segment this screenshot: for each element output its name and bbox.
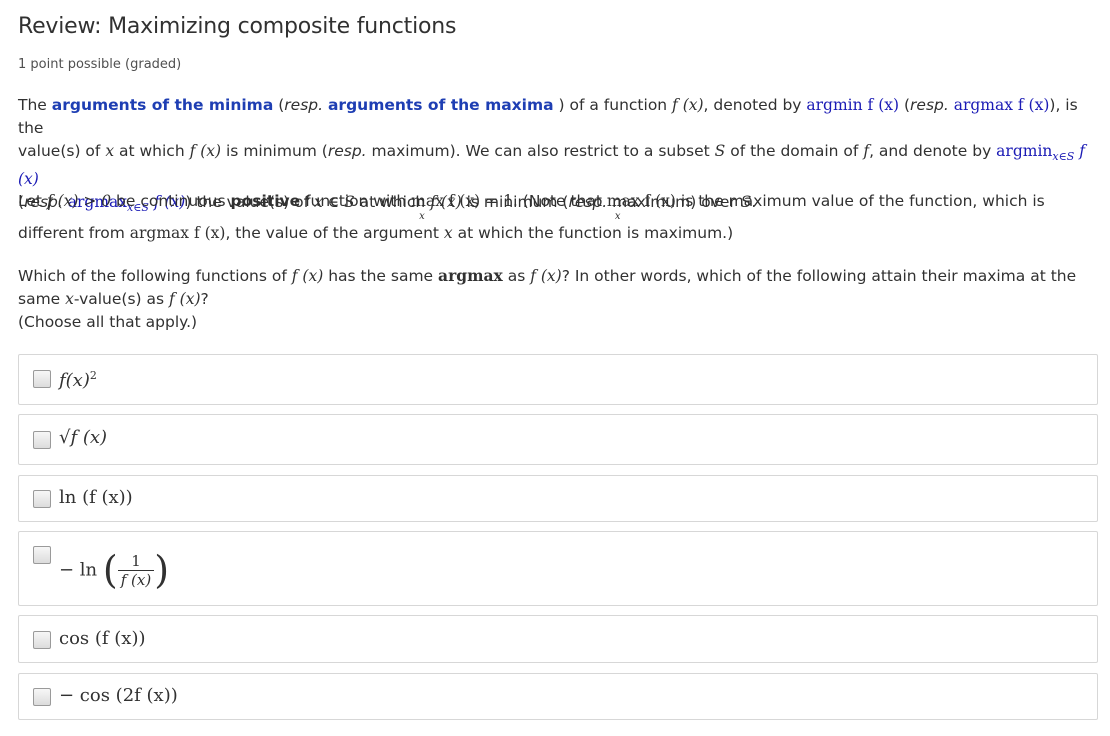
- choice-option-3[interactable]: ln (f (x)): [18, 475, 1098, 522]
- choice-label-2: √f (x): [59, 427, 108, 448]
- assumption-paragraph: Let f (x) > 0 be continuous positive fun…: [18, 192, 1045, 242]
- choice-label-1: f(x)2: [59, 369, 97, 391]
- choice-option-2[interactable]: √f (x): [18, 414, 1098, 465]
- choice-checkbox-5[interactable]: [33, 631, 51, 649]
- choice-label-4: − ln (1 f (x)): [59, 548, 170, 592]
- choice-label-3: ln (f (x)): [59, 487, 133, 508]
- term-argmax: arguments of the maxima: [327, 96, 554, 114]
- choice-label-6: − cos (2f (x)): [59, 685, 178, 706]
- choice-option-1[interactable]: f(x)2: [18, 354, 1098, 405]
- choice-checkbox-3[interactable]: [33, 490, 51, 508]
- term-argmin: arguments of the minima: [51, 96, 274, 114]
- question-paragraph: Which of the following functions of f (x…: [18, 266, 1077, 331]
- choice-option-6[interactable]: − cos (2f (x)): [18, 673, 1098, 720]
- choice-checkbox-1[interactable]: [33, 370, 51, 388]
- choice-checkbox-4[interactable]: [33, 546, 51, 564]
- choice-checkbox-6[interactable]: [33, 688, 51, 706]
- problem-title: Review: Maximizing composite functions: [18, 14, 457, 39]
- choice-label-5: cos (f (x)): [59, 628, 146, 649]
- choice-checkbox-2[interactable]: [33, 431, 51, 449]
- choice-option-5[interactable]: cos (f (x)): [18, 615, 1098, 663]
- points-label: 1 point possible (graded): [18, 57, 182, 72]
- choice-option-4[interactable]: − ln (1 f (x)): [18, 531, 1098, 606]
